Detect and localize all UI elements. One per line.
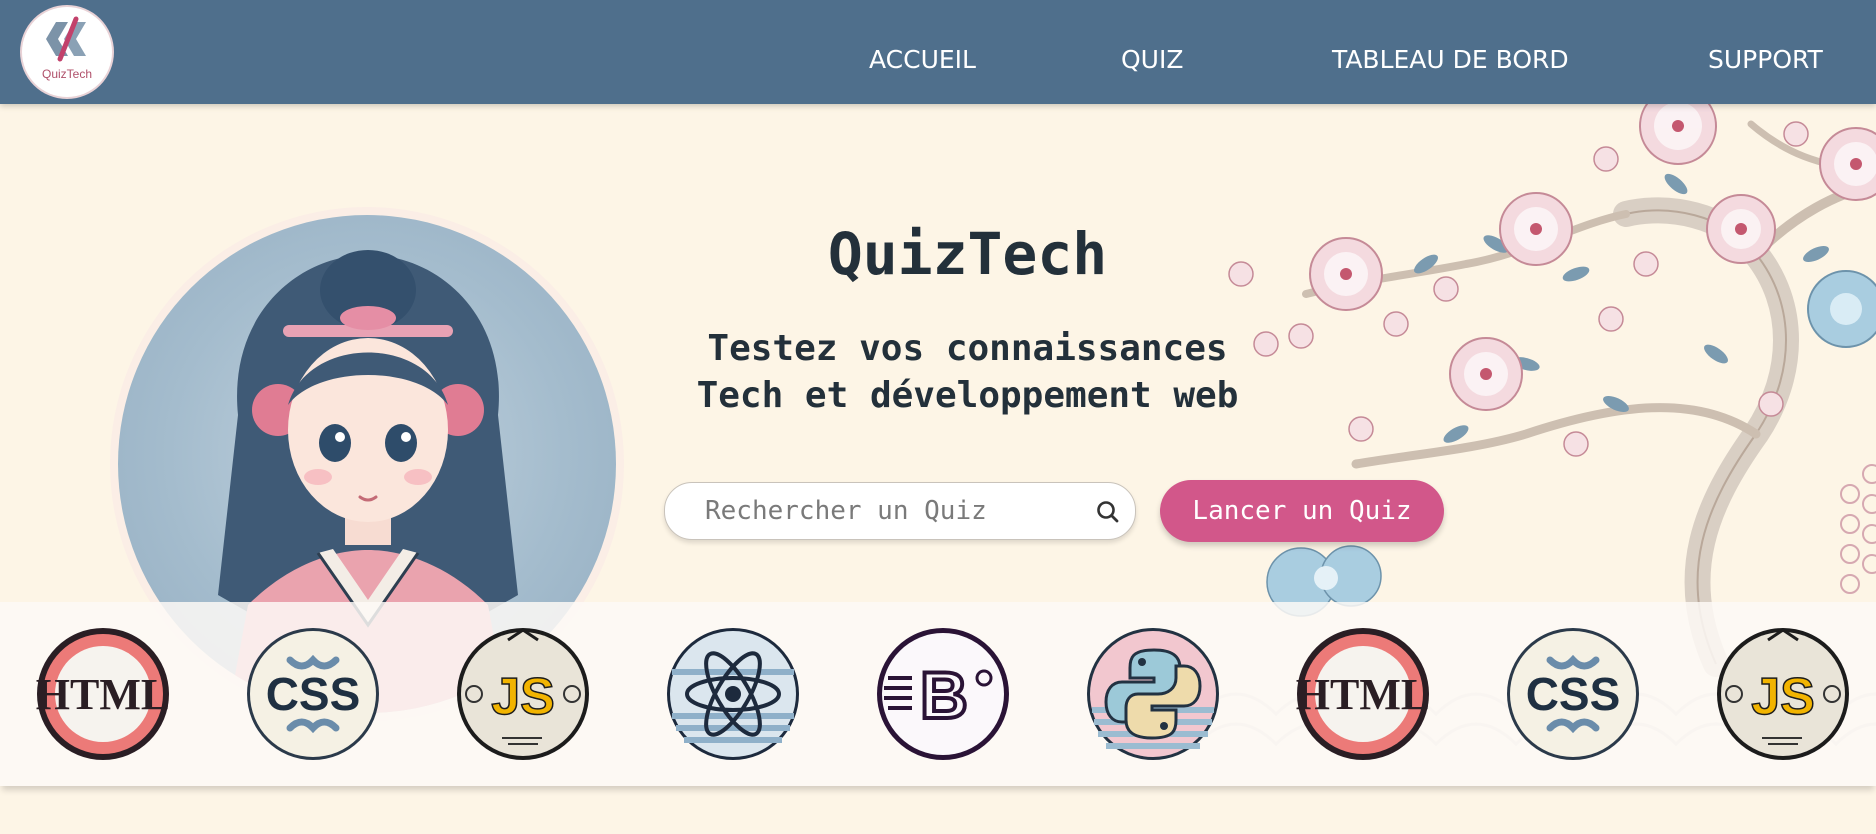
hero-subtitle-line-1: Testez vos connaissances: [707, 328, 1228, 369]
js-badge-text: JS: [491, 668, 555, 726]
quiz-search-box: [664, 482, 1136, 540]
top-navbar: QuizTech ACCUEIL QUIZ TABLEAU DE BORD SU…: [0, 0, 1876, 104]
html-badge[interactable]: HTML: [1292, 626, 1434, 762]
nav-accueil[interactable]: ACCUEIL: [869, 44, 976, 76]
css-badge-text: CSS: [1526, 668, 1621, 720]
js-badge[interactable]: JS: [452, 626, 594, 762]
tech-badge-carousel: HTML CSS JS B HTML CSS JS: [0, 602, 1876, 786]
react-atom-badge[interactable]: [662, 626, 804, 762]
html-badge-text: HTML: [36, 670, 170, 719]
nav-quiz[interactable]: QUIZ: [1121, 44, 1183, 76]
css-badge[interactable]: CSS: [242, 626, 384, 762]
js-badge-text: JS: [1751, 668, 1815, 726]
launch-quiz-button[interactable]: Lancer un Quiz: [1160, 480, 1444, 542]
html-badge[interactable]: HTML: [32, 626, 174, 762]
python-badge[interactable]: [1082, 626, 1224, 762]
hero-title: QuizTech: [827, 220, 1108, 288]
nav-tableau-de-bord[interactable]: TABLEAU DE BORD: [1332, 44, 1569, 76]
hero-subtitle-line-2: Tech et développement web: [696, 375, 1239, 416]
bootstrap-badge[interactable]: B: [872, 626, 1014, 762]
quiztech-logo[interactable]: QuizTech: [22, 7, 112, 97]
js-badge[interactable]: JS: [1712, 626, 1854, 762]
logo-caption: QuizTech: [41, 67, 93, 81]
nav-support[interactable]: SUPPORT: [1708, 44, 1823, 76]
bootstrap-badge-text: B: [920, 658, 968, 732]
search-icon[interactable]: [1095, 499, 1121, 525]
quiz-search-input[interactable]: [705, 483, 1075, 539]
html-badge-text: HTML: [1296, 670, 1430, 719]
css-badge[interactable]: CSS: [1502, 626, 1644, 762]
hero-subtitle: Testez vos connaissances Tech et dévelop…: [640, 325, 1295, 419]
css-badge-text: CSS: [266, 668, 361, 720]
logo-hexagon-icon: [46, 16, 86, 62]
